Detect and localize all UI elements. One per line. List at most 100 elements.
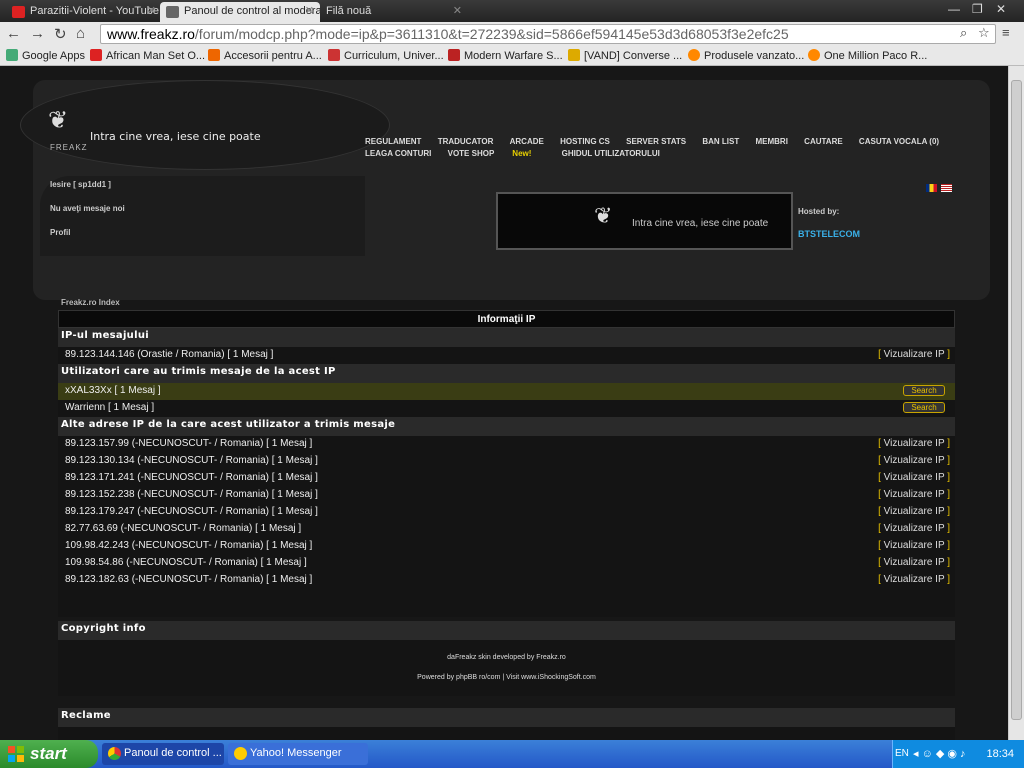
user-entry[interactable]: xXAL33Xx [ 1 Mesaj ] [65, 385, 161, 396]
forward-icon[interactable]: → [30, 25, 45, 42]
section-heading: Reclame [58, 708, 955, 727]
tab-title: Panoul de control al moderatorului [184, 5, 320, 17]
address-bar[interactable]: www.freakz.ro/forum/modcp.php?mode=ip&p=… [100, 24, 996, 44]
table-row: 89.123.171.241 (-NECUNOSCUT- / Romania) … [58, 470, 955, 487]
site-icon [448, 49, 460, 61]
close-icon[interactable]: ✕ [147, 4, 156, 17]
nav-item[interactable]: SERVER STATS [626, 136, 686, 148]
section-heading: Utilizatori care au trimis mesaje de la … [58, 364, 955, 383]
copyright-block: daFreakz skin developed by Freakz.ro Pow… [58, 640, 955, 696]
ip-entry: 89.123.157.99 (-NECUNOSCUT- / Romania) [… [65, 438, 313, 449]
apps-icon [6, 49, 18, 61]
post-ip: 89.123.144.146 (Orastie / Romania) [ 1 M… [65, 349, 274, 360]
search-button[interactable]: Search [903, 385, 945, 396]
tab-youtube[interactable]: Parazitii-Violent - YouTube ✕ [6, 2, 162, 22]
view-ip-link[interactable]: [ Vizualizare IP ] [878, 472, 950, 483]
bookmark-item[interactable]: Produsele vanzato... [688, 49, 804, 62]
chrome-icon [108, 747, 121, 760]
language-indicator[interactable]: EN [895, 748, 909, 759]
freakz-logo-icon[interactable]: ❦ [48, 106, 68, 134]
nav-item[interactable]: VOTE SHOP New! [448, 148, 546, 160]
nav-item[interactable]: REGULAMENT [365, 136, 421, 148]
tab-modcp[interactable]: Panoul de control al moderatorului ✕ [160, 2, 320, 22]
window-close-icon[interactable]: ✕ [996, 2, 1006, 16]
nav-item[interactable]: TRADUCATOR [438, 136, 494, 148]
site-icon [808, 49, 820, 61]
nav-item[interactable]: CASUTA VOCALA (0) [859, 136, 939, 148]
powered-by[interactable]: Powered by phpBB ro/com | Visit www.iSho… [58, 668, 955, 688]
reload-icon[interactable]: ↻ [54, 25, 67, 43]
view-ip-link[interactable]: [ Vizualizare IP ] [878, 574, 950, 585]
view-ip-link[interactable]: [ Vizualizare IP ] [878, 506, 950, 517]
search-button[interactable]: Search [903, 402, 945, 413]
nav-item[interactable]: BAN LIST [702, 136, 739, 148]
table-row: 109.98.42.243 (-NECUNOSCUT- / Romania) [… [58, 538, 955, 555]
bookmark-item[interactable]: Google Apps [6, 49, 85, 62]
home-icon[interactable]: ⌂ [76, 25, 85, 42]
bookmark-item[interactable]: Curriculum, Univer... [328, 49, 444, 62]
section-heading: IP-ul mesajului [58, 328, 955, 347]
search-icon[interactable]: ⌕ [960, 25, 967, 41]
nav-item[interactable]: CAUTARE [804, 136, 843, 148]
table-row: 89.123.157.99 (-NECUNOSCUT- / Romania) [… [58, 436, 955, 453]
url-host: www.freakz.ro [107, 26, 195, 42]
view-ip-link[interactable]: [ Vizualizare IP ] [878, 489, 950, 500]
ip-entry: 89.123.182.63 (-NECUNOSCUT- / Romania) [… [65, 574, 313, 585]
view-ip-link[interactable]: [ Vizualizare IP ] [878, 523, 950, 534]
minimize-icon[interactable]: — [948, 2, 960, 16]
tab-new[interactable]: Filă nouă ✕ [318, 2, 468, 22]
usa-flag-icon[interactable] [941, 184, 952, 192]
star-icon[interactable]: ☆ [978, 25, 990, 41]
hosted-by-label: Hosted by: [798, 207, 840, 216]
table-row: 89.123.130.134 (-NECUNOSCUT- / Romania) … [58, 453, 955, 470]
site-slogan: Intra cine vrea, iese cine poate [90, 130, 261, 143]
menu-icon[interactable]: ≡ [1002, 25, 1010, 40]
bookmark-item[interactable]: One Million Paco R... [808, 49, 927, 62]
tray-icons[interactable]: ◂ ☺ ◆ ◉ ♪ [913, 747, 966, 760]
maximize-icon[interactable]: ❐ [972, 2, 983, 16]
table-row: 89.123.152.238 (-NECUNOSCUT- / Romania) … [58, 487, 955, 504]
bookmark-item[interactable]: [VAND] Converse ... [568, 49, 682, 62]
windows-logo-icon [8, 746, 24, 762]
site-icon [688, 49, 700, 61]
nav-item[interactable]: LEAGA CONTURI [365, 148, 431, 160]
view-ip-link[interactable]: [ Vizualizare IP ] [878, 557, 950, 568]
nav-item[interactable]: MEMBRI [755, 136, 787, 148]
table-row: 82.77.63.69 (-NECUNOSCUT- / Romania) [ 1… [58, 521, 955, 538]
view-ip-link[interactable]: [ Vizualizare IP ] [878, 349, 950, 360]
nav-item[interactable]: HOSTING CS [560, 136, 610, 148]
bookmark-item[interactable]: Modern Warfare S... [448, 49, 563, 62]
url-path: /forum/modcp.php?mode=ip&p=3611310&t=272… [194, 26, 789, 42]
back-icon[interactable]: ← [6, 25, 21, 42]
logo-area [20, 80, 390, 170]
close-icon[interactable]: ✕ [453, 4, 462, 17]
nav-item[interactable]: ARCADE [510, 136, 544, 148]
bookmark-item[interactable]: Accesorii pentru A... [208, 49, 322, 62]
other-ip-list: 89.123.157.99 (-NECUNOSCUT- / Romania) [… [58, 436, 955, 589]
table-row: 89.123.144.146 (Orastie / Romania) [ 1 M… [58, 347, 955, 364]
section-heading: Copyright info [58, 621, 955, 640]
view-ip-link[interactable]: [ Vizualizare IP ] [878, 540, 950, 551]
clock: 18:34 [986, 748, 1014, 760]
profile-link[interactable]: Profil [50, 228, 70, 237]
host-logo[interactable]: BTSTELECOM [798, 229, 860, 239]
view-ip-link[interactable]: [ Vizualizare IP ] [878, 455, 950, 466]
vertical-scrollbar[interactable] [1008, 66, 1024, 740]
romania-flag-icon[interactable] [926, 184, 937, 192]
site-banner[interactable]: ❦ Intra cine vrea, iese cine poate [496, 192, 793, 250]
taskbar-item-yahoo[interactable]: Yahoo! Messenger [228, 743, 368, 765]
breadcrumb[interactable]: Freakz.ro Index [61, 298, 120, 307]
logout-link[interactable]: Iesire [ sp1dd1 ] [50, 180, 111, 189]
nav-item[interactable]: GHIDUL UTILIZATORULUI [562, 148, 660, 160]
user-entry[interactable]: Warrienn [ 1 Mesaj ] [65, 402, 154, 413]
taskbar-item-chrome[interactable]: Panoul de control ... [102, 743, 224, 765]
view-ip-link[interactable]: [ Vizualizare IP ] [878, 438, 950, 449]
page-icon [166, 6, 179, 18]
bookmark-item[interactable]: African Man Set O... [90, 49, 205, 62]
ip-entry: 89.123.152.238 (-NECUNOSCUT- / Romania) … [65, 489, 318, 500]
scrollbar-thumb[interactable] [1011, 80, 1022, 720]
freakz-logo-icon: ❦ [594, 204, 613, 229]
messages-link[interactable]: Nu aveţi mesaje noi [50, 204, 125, 213]
start-button[interactable]: start [0, 740, 98, 768]
close-icon[interactable]: ✕ [305, 4, 314, 17]
